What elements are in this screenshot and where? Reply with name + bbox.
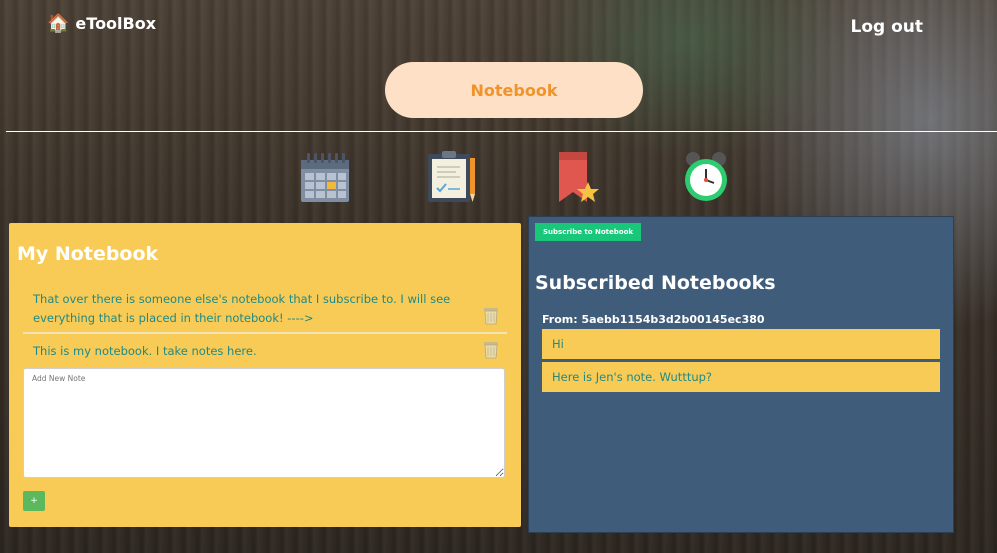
notebook-owner-id: From: 5aebb1154b3d2b00145ec380 [542,313,765,326]
house-icon: 🏠 [47,12,70,34]
note-divider [23,332,507,334]
trash-icon[interactable] [483,341,499,359]
subscribe-button[interactable]: Subscribe to Notebook [535,223,642,241]
add-note-button[interactable]: + [23,491,45,511]
my-notebook-title: My Notebook [17,243,159,265]
brand-name: eToolBox [75,14,157,33]
note-text: That over there is someone else's notebo… [33,292,451,325]
bookmark-icon[interactable] [555,150,611,206]
subscribed-note: Here is Jen's note. Wutttup? [542,362,940,392]
header-divider [6,131,997,132]
trash-icon[interactable] [483,307,499,325]
my-notebook-panel: My Notebook That over there is someone e… [9,223,521,527]
calendar-icon[interactable] [297,150,353,206]
logout-link[interactable]: Log out [850,17,923,37]
subscribed-note-text: Hi [552,337,564,351]
subscribed-title: Subscribed Notebooks [535,272,776,294]
alarm-clock-icon[interactable] [683,150,739,206]
new-note-input[interactable] [23,368,505,478]
subscribed-note: Hi [542,329,940,359]
note-item: This is my notebook. I take notes here. [23,342,507,362]
brand-link[interactable]: 🏠 eToolBox [47,14,156,33]
notebook-tab-button[interactable]: Notebook [385,62,643,118]
subscribed-note-text: Here is Jen's note. Wutttup? [552,370,713,384]
checklist-icon[interactable] [426,150,482,206]
note-item: That over there is someone else's notebo… [23,290,507,330]
note-text: This is my notebook. I take notes here. [33,344,257,358]
subscribed-notebooks-panel: Subscribe to Notebook Subscribed Noteboo… [528,216,954,533]
